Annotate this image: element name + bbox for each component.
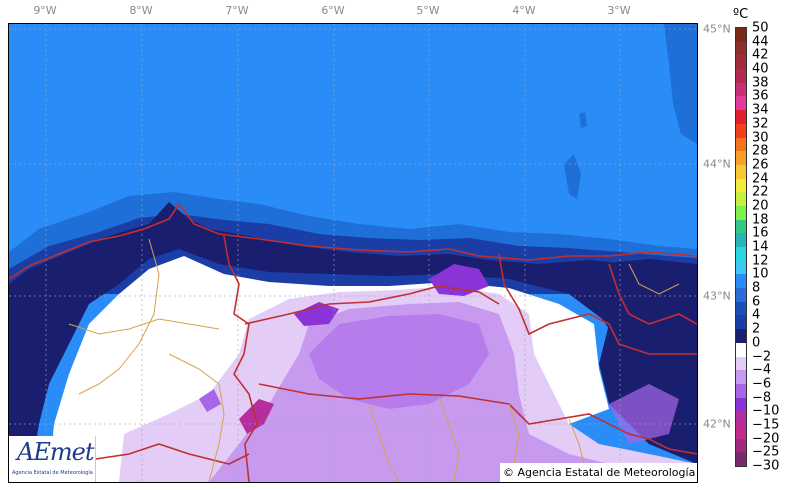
colorbar-tick-label: 34 bbox=[752, 102, 769, 118]
colorbar-segment bbox=[736, 82, 746, 97]
colorbar-segment bbox=[736, 69, 746, 84]
colorbar-segment bbox=[736, 383, 746, 399]
lon-tick-label: 4°W bbox=[512, 4, 536, 17]
colorbar-segment bbox=[736, 370, 746, 385]
colorbar-segment bbox=[736, 219, 746, 234]
colorbar-tick-label: 44 bbox=[752, 34, 769, 50]
colorbar-segment bbox=[736, 260, 746, 275]
lon-tick-label: 3°W bbox=[607, 4, 631, 17]
colorbar-segment bbox=[736, 178, 746, 193]
colorbar-tick-label: 22 bbox=[752, 184, 769, 200]
colorbar-segment bbox=[736, 28, 746, 43]
colorbar-tick-label: 10 bbox=[752, 266, 769, 282]
colorbar-tick-label: 12 bbox=[752, 253, 769, 269]
colorbar-tick-label: 4 bbox=[752, 307, 761, 323]
colorbar-segment bbox=[736, 274, 746, 289]
colorbar-segment bbox=[736, 424, 746, 440]
colorbar-segment bbox=[736, 329, 746, 344]
map-panel[interactable] bbox=[8, 23, 698, 483]
colorbar-segment bbox=[736, 342, 746, 357]
colorbar-segment bbox=[736, 438, 746, 453]
lat-tick-label: 42°N bbox=[703, 417, 731, 431]
logo-wordmark: AEmet bbox=[17, 438, 94, 466]
lon-tick-label: 5°W bbox=[416, 4, 440, 17]
lon-tick-label: 6°W bbox=[321, 4, 345, 17]
colorbar-segment bbox=[736, 164, 746, 180]
colorbar-tick-label: 8 bbox=[752, 280, 761, 296]
colorbar-tick-label: −10 bbox=[752, 403, 780, 419]
colorbar-tick-label: 24 bbox=[752, 171, 769, 187]
colorbar-tick-label: 6 bbox=[752, 294, 761, 310]
colorbar-segment bbox=[736, 123, 746, 138]
colorbar-segment bbox=[736, 288, 746, 303]
colorbar-tick-label: 42 bbox=[752, 47, 769, 63]
colorbar-tick-label: 50 bbox=[752, 20, 769, 36]
colorbar-tick-label: 0 bbox=[752, 335, 761, 351]
logo-subtitle: Agencia Estatal de Meteorología bbox=[12, 470, 93, 476]
colorbar-segment bbox=[736, 315, 746, 330]
lat-tick-label: 45°N bbox=[703, 22, 731, 36]
colorbar-segment bbox=[736, 301, 746, 316]
lat-tick-label: 44°N bbox=[703, 157, 731, 171]
colorbar-segment bbox=[736, 110, 746, 125]
colorbar-tick-label: −20 bbox=[752, 431, 780, 447]
colorbar-segment bbox=[736, 96, 746, 111]
colorbar-segment bbox=[736, 151, 746, 166]
colorbar-tick-label: 38 bbox=[752, 75, 769, 91]
colorbar-segment bbox=[736, 452, 746, 466]
colorbar-segment bbox=[736, 411, 746, 426]
colorbar-segment bbox=[736, 41, 746, 56]
copyright-notice: © Agencia Estatal de Meteorología bbox=[500, 463, 697, 482]
colorbar-tick-label: 14 bbox=[752, 239, 769, 255]
lon-tick-label: 9°W bbox=[33, 4, 57, 17]
colorbar-tick-label: −6 bbox=[752, 376, 772, 392]
colorbar-segment bbox=[736, 137, 746, 152]
colorbar-segment bbox=[736, 397, 746, 412]
temperature-map bbox=[9, 24, 697, 482]
colorbar-tick-label: −25 bbox=[752, 444, 780, 460]
colorbar-unit: ºC bbox=[733, 7, 749, 22]
colorbar-tick-label: 2 bbox=[752, 321, 761, 337]
colorbar-segment bbox=[736, 247, 746, 262]
colorbar-tick-label: −8 bbox=[752, 390, 772, 406]
colorbar-tick-label: 26 bbox=[752, 157, 769, 173]
colorbar-tick-label: 32 bbox=[752, 116, 769, 132]
colorbar-segment bbox=[736, 192, 746, 207]
colorbar-segment bbox=[736, 205, 746, 221]
colorbar-segment bbox=[736, 55, 746, 70]
colorbar-tick-label: 16 bbox=[752, 225, 769, 241]
colorbar-tick-label: 20 bbox=[752, 198, 769, 214]
colorbar-tick-label: 28 bbox=[752, 143, 769, 159]
colorbar-segment bbox=[736, 356, 746, 371]
colorbar-tick-label: −2 bbox=[752, 349, 772, 364]
colorbar-segment bbox=[736, 233, 746, 248]
colorbar-tick-label: −15 bbox=[752, 417, 780, 433]
colorbar-tick-label: 18 bbox=[752, 212, 769, 228]
lon-tick-label: 8°W bbox=[129, 4, 153, 17]
lon-tick-label: 7°W bbox=[225, 4, 249, 17]
colorbar-tick-label: 30 bbox=[752, 130, 769, 145]
colorbar-tick-label: −30 bbox=[752, 458, 780, 474]
colorbar-tick-label: 40 bbox=[752, 61, 769, 77]
colorbar-tick-label: −4 bbox=[752, 362, 772, 378]
temperature-colorbar bbox=[735, 27, 747, 467]
lat-tick-label: 43°N bbox=[703, 289, 731, 303]
colorbar-tick-label: 36 bbox=[752, 88, 769, 104]
aemet-logo: AEmet Agencia Estatal de Meteorología bbox=[9, 436, 96, 482]
